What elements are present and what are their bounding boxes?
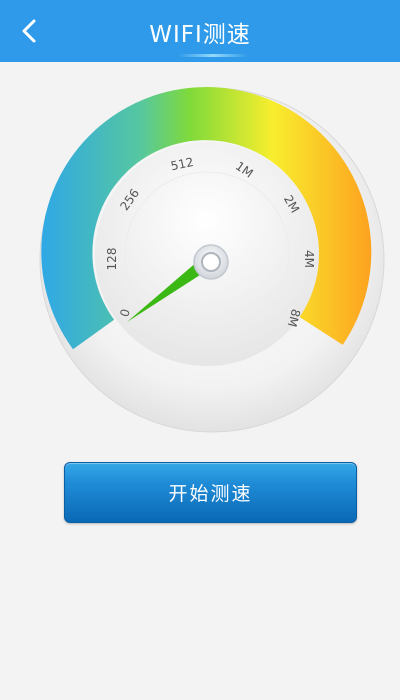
- page-title: WIFI测速: [149, 22, 251, 48]
- gauge-hub-inner: [201, 252, 221, 272]
- title-underline: [178, 54, 248, 57]
- scale-label-4m: 4M: [302, 250, 316, 268]
- speed-gauge: 0 128 256 512 1M 2M 4M 8M: [0, 62, 400, 452]
- start-speed-test-button[interactable]: 开始测速: [64, 462, 357, 523]
- scale-label-128: 128: [105, 248, 119, 271]
- top-bar: WIFI测速: [0, 0, 400, 62]
